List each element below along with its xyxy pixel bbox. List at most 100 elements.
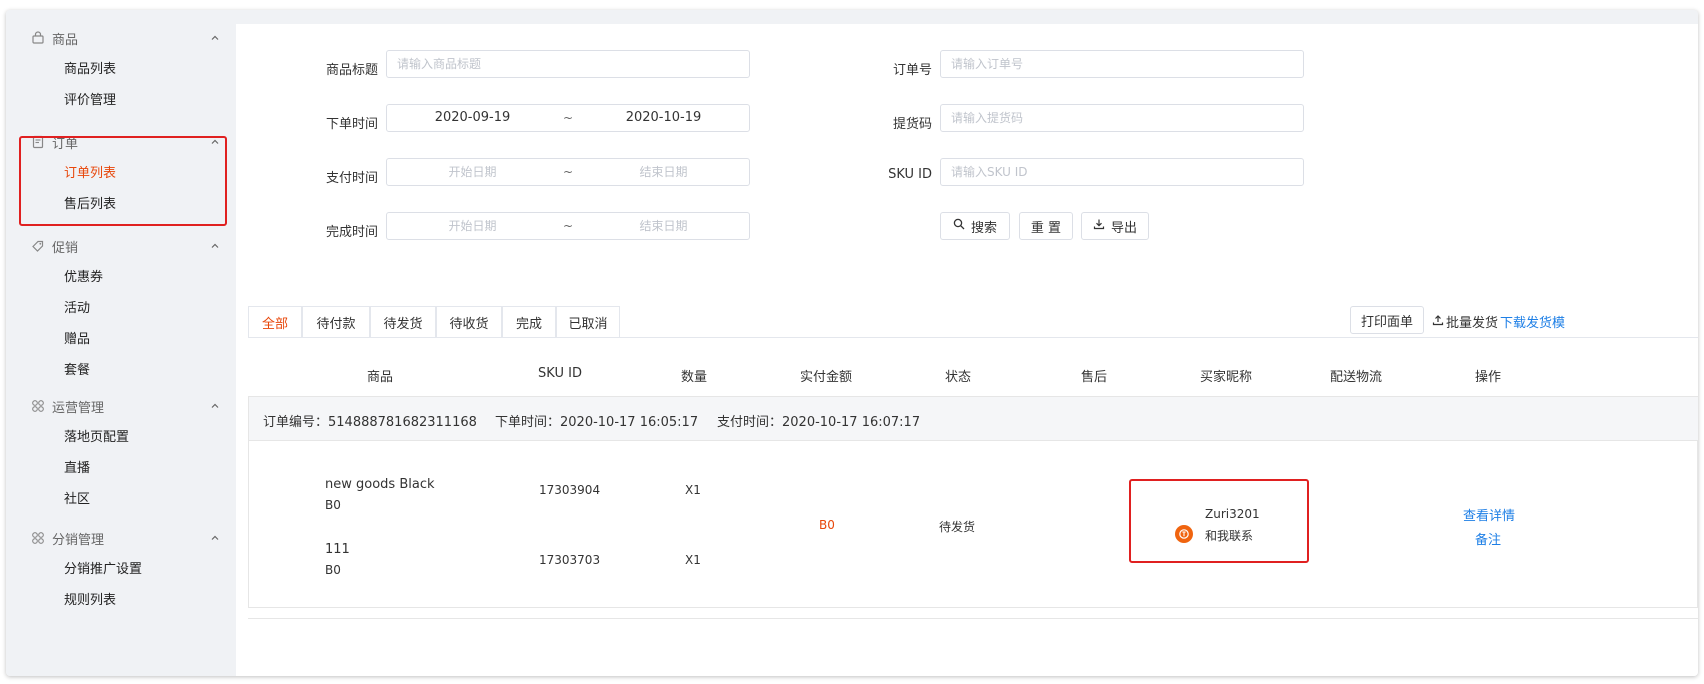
tab-cancelled[interactable]: 已取消 — [556, 306, 620, 338]
order-time-start[interactable]: 2020-09-19 — [387, 105, 558, 131]
chevron-up-icon[interactable] — [210, 400, 220, 410]
item-price: B0 — [325, 498, 341, 512]
view-details-link[interactable]: 查看详情 — [1463, 505, 1515, 524]
column-header: 配送物流 — [1329, 370, 1383, 385]
date-range-separator: ~ — [562, 111, 574, 125]
search-button-label: 搜索 — [970, 220, 997, 236]
status-badge: 待发货 — [939, 520, 976, 534]
item-title[interactable]: new goods Black — [325, 477, 435, 492]
order-paid-time: 支付时间：2020-10-17 16:07:17 — [717, 415, 921, 430]
column-header: 操作 — [1474, 370, 1502, 385]
tag-icon — [30, 238, 46, 254]
upload-icon — [1432, 314, 1444, 330]
date-range-separator: ~ — [562, 219, 574, 233]
sidebar-item-bundles[interactable]: 套餐 — [6, 355, 236, 386]
download-template-link[interactable]: 下载发货模 — [1500, 312, 1565, 331]
tab-pending-shipment[interactable]: 待发货 — [370, 306, 436, 338]
order-time-end[interactable]: 2020-10-19 — [578, 105, 749, 131]
pay-time-end[interactable]: 结束日期 — [578, 159, 749, 185]
table-header: 商品 SKU ID 数量 实付金额 状态 售后 买家昵称 配送物流 操作 — [248, 354, 1698, 396]
column-header: 数量 — [680, 370, 708, 385]
grid-icon — [30, 530, 46, 546]
contact-buyer-link[interactable]: 和我联系 — [1205, 527, 1253, 544]
column-header: SKU ID — [538, 366, 582, 381]
order-card: 订单编号：514888781682311168 下单时间：2020-10-17 … — [248, 396, 1698, 608]
order-menu-highlight-box — [19, 136, 227, 226]
product-title-input[interactable]: 请输入商品标题 — [386, 50, 750, 78]
sidebar-item-promotion-settings[interactable]: 分销推广设置 — [6, 554, 236, 585]
sidebar-item-reviews[interactable]: 评价管理 — [6, 85, 236, 116]
item-price: B0 — [325, 563, 341, 577]
buyer-nickname: Zuri3201 — [1205, 507, 1260, 521]
sidebar-group-header-goods[interactable]: 商品 — [6, 22, 236, 54]
sidebar-item-rules-list[interactable]: 规则列表 — [6, 585, 236, 616]
sidebar-item-live[interactable]: 直播 — [6, 453, 236, 484]
sidebar-item-coupons[interactable]: 优惠券 — [6, 262, 236, 293]
bulk-ship-button[interactable]: 批量发货 — [1432, 312, 1498, 331]
buyer-highlight-box — [1129, 479, 1309, 563]
download-icon — [1093, 218, 1105, 234]
print-waybill-button[interactable]: 打印面单 — [1350, 306, 1424, 334]
note-link[interactable]: 备注 — [1475, 529, 1501, 548]
sidebar-group-header-promotion[interactable]: 促销 — [6, 230, 236, 262]
finish-time-start[interactable]: 开始日期 — [387, 213, 558, 239]
tab-completed[interactable]: 完成 — [502, 306, 556, 338]
reset-button[interactable]: 重 置 — [1019, 212, 1073, 240]
order-no-input[interactable]: 请输入订单号 — [940, 50, 1304, 78]
tab-pending-payment[interactable]: 待付款 — [302, 306, 370, 338]
sidebar-group-goods: 商品 商品列表 评价管理 — [6, 22, 236, 116]
order-no-label: 订单号 — [892, 63, 932, 78]
app-window: 商品 商品列表 评价管理 订单 订单列表 售后列表 促销 优惠券 活动 赠品 套… — [6, 10, 1698, 676]
pay-time-range[interactable]: 开始日期 ~ 结束日期 — [386, 158, 750, 186]
export-button[interactable]: 导出 — [1081, 212, 1149, 240]
chevron-up-icon[interactable] — [210, 532, 220, 542]
sidebar-item-gifts[interactable]: 赠品 — [6, 324, 236, 355]
export-button-label: 导出 — [1110, 220, 1137, 236]
pay-time-start[interactable]: 开始日期 — [387, 159, 558, 185]
item-sku: 17303904 — [539, 483, 601, 497]
sku-id-input[interactable]: 请输入SKU ID — [940, 158, 1304, 186]
bulk-ship-label: 批量发货 — [1446, 316, 1499, 331]
item-qty: X1 — [685, 483, 701, 497]
column-header: 商品 — [366, 370, 394, 385]
next-order-card — [248, 618, 1698, 676]
pay-time-label: 支付时间 — [325, 171, 378, 186]
pickup-code-input[interactable]: 请输入提货码 — [940, 104, 1304, 132]
tab-pending-receipt[interactable]: 待收货 — [436, 306, 502, 338]
sidebar-group-header-operations[interactable]: 运营管理 — [6, 390, 236, 422]
sidebar-item-activities[interactable]: 活动 — [6, 293, 236, 324]
finish-time-end[interactable]: 结束日期 — [578, 213, 749, 239]
sidebar-group-header-distribution[interactable]: 分销管理 — [6, 522, 236, 554]
paid-amount: B0 — [819, 518, 835, 532]
sidebar-group-label: 分销管理 — [52, 532, 105, 548]
pickup-code-label: 提货码 — [892, 117, 932, 132]
sidebar: 商品 商品列表 评价管理 订单 订单列表 售后列表 促销 优惠券 活动 赠品 套… — [6, 10, 236, 676]
sidebar-item-landing-page[interactable]: 落地页配置 — [6, 422, 236, 453]
search-button[interactable]: 搜索 — [940, 212, 1010, 240]
finish-time-label: 完成时间 — [325, 225, 378, 240]
sidebar-group-label: 商品 — [52, 32, 79, 48]
date-range-separator: ~ — [562, 165, 574, 179]
order-info-bar: 订单编号：514888781682311168 下单时间：2020-10-17 … — [249, 397, 1698, 441]
column-header: 售后 — [1080, 370, 1108, 385]
order-created-time: 下单时间：2020-10-17 16:05:17 — [495, 415, 699, 430]
finish-time-range[interactable]: 开始日期 ~ 结束日期 — [386, 212, 750, 240]
main-panel: 商品标题 请输入商品标题 下单时间 2020-09-19 ~ 2020-10-1… — [236, 24, 1698, 676]
column-header: 实付金额 — [799, 370, 853, 385]
column-header: 状态 — [944, 370, 972, 385]
reset-button-label: 重 置 — [1030, 220, 1062, 236]
item-title[interactable]: 111 — [325, 542, 350, 557]
sidebar-group-distribution: 分销管理 分销推广设置 规则列表 — [6, 522, 236, 616]
tab-all[interactable]: 全部 — [248, 306, 302, 338]
order-number: 订单编号：514888781682311168 — [263, 415, 477, 430]
chevron-up-icon[interactable] — [210, 240, 220, 250]
chevron-up-icon[interactable] — [210, 32, 220, 42]
order-time-range[interactable]: 2020-09-19 ~ 2020-10-19 — [386, 104, 750, 132]
tab-divider — [248, 337, 1698, 338]
order-time-label: 下单时间 — [325, 117, 378, 132]
buyer-avatar-icon[interactable] — [1175, 525, 1193, 543]
sidebar-item-community[interactable]: 社区 — [6, 484, 236, 515]
sidebar-item-goods-list[interactable]: 商品列表 — [6, 54, 236, 85]
search-icon — [953, 218, 965, 234]
item-sku: 17303703 — [539, 553, 601, 567]
